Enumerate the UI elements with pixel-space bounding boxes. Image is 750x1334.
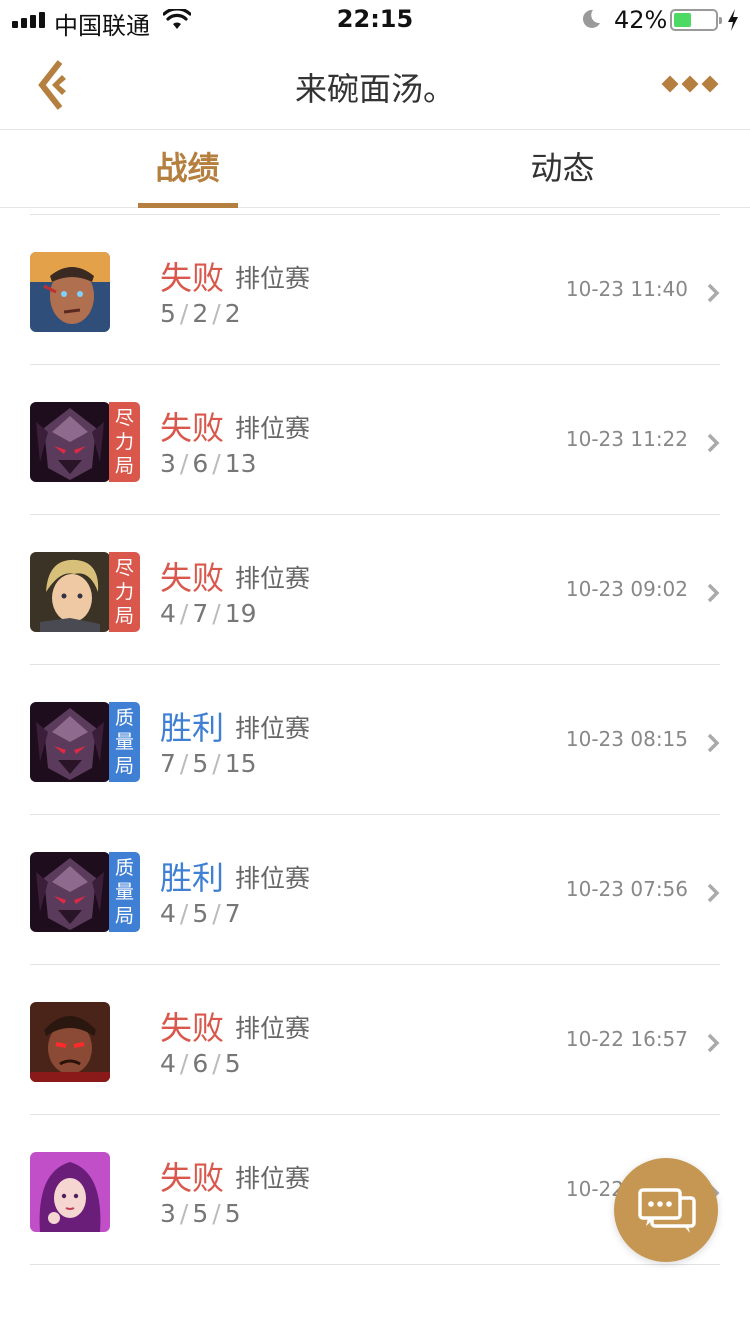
kda-assists: 13 [224, 449, 257, 478]
kda-kills: 5 [160, 299, 176, 328]
match-mode: 排位赛 [235, 714, 311, 743]
match-result: 失败 [160, 559, 225, 597]
chevron-right-icon [707, 1033, 720, 1053]
kda-kills: 3 [160, 449, 176, 478]
match-row[interactable]: 尽力局失败 排位赛 3/6/13 10-23 11:22 [0, 365, 750, 515]
match-result: 失败 [160, 1009, 225, 1047]
match-row[interactable]: 失败排位赛0/2/110-23 11:58 [0, 208, 750, 215]
kda-kills: 4 [160, 1049, 176, 1078]
match-row[interactable]: 失败 排位赛 5/2/2 10-23 11:40 [0, 215, 750, 365]
hero-avatar [30, 252, 110, 332]
tab-bar: 战绩 动态 [0, 131, 750, 208]
match-kda: 7/5/15 [160, 749, 257, 778]
match-row[interactable]: 失败 排位赛 4/6/5 10-22 16:57 [0, 965, 750, 1115]
battery-icon [670, 9, 722, 31]
kda-deaths: 5 [192, 1199, 209, 1228]
match-quality-badge: 质量局 [109, 702, 140, 782]
kda-deaths: 5 [192, 899, 209, 928]
match-mode: 排位赛 [235, 1014, 311, 1043]
kda-assists: 5 [224, 1199, 241, 1228]
match-row[interactable]: 质量局胜利 排位赛 4/5/7 10-23 07:56 [0, 815, 750, 965]
match-mode: 排位赛 [235, 414, 311, 443]
moon-icon [582, 9, 600, 28]
kda-kills: 3 [160, 1199, 176, 1228]
kda-assists: 7 [224, 899, 241, 928]
hero-avatar-red-eyes-icon [30, 1002, 110, 1082]
match-row[interactable]: 尽力局失败 排位赛 4/7/19 10-23 09:02 [0, 515, 750, 665]
kda-assists: 19 [224, 599, 257, 628]
tab-activity[interactable]: 动态 [375, 131, 750, 208]
kda-deaths: 6 [192, 449, 209, 478]
nav-bar: 来碗面汤。 [0, 40, 750, 130]
more-dots-icon[interactable] [660, 70, 720, 100]
match-time: 10-23 07:56 [565, 877, 688, 901]
kda-kills: 4 [160, 599, 176, 628]
hero-avatar-dark-mask-icon [30, 852, 110, 932]
kda-deaths: 2 [192, 299, 209, 328]
match-kda: 3/6/13 [160, 449, 257, 478]
match-result: 失败 [160, 259, 225, 297]
chat-button[interactable] [614, 1158, 718, 1262]
match-mode: 排位赛 [235, 264, 311, 293]
charging-icon [728, 9, 738, 31]
hero-avatar-dark-mask-icon [30, 702, 110, 782]
chevron-right-icon [707, 583, 720, 603]
kda-deaths: 5 [192, 749, 209, 778]
hero-avatar [30, 852, 110, 932]
hero-avatar-blonde-icon [30, 552, 110, 632]
match-kda: 4/7/19 [160, 599, 257, 628]
chevron-right-icon [707, 433, 720, 453]
match-kda: 4/6/5 [160, 1049, 241, 1078]
kda-assists: 2 [224, 299, 241, 328]
match-result: 胜利 [160, 709, 225, 747]
status-bar: 中国联通 22:15 42% [0, 0, 750, 40]
hero-avatar-purple-hair-icon [30, 1152, 110, 1232]
chevron-right-icon [707, 283, 720, 303]
hero-avatar [30, 702, 110, 782]
match-quality-badge: 尽力局 [109, 552, 140, 632]
match-time: 10-23 08:15 [565, 727, 688, 751]
match-quality-badge: 质量局 [109, 852, 140, 932]
match-time: 10-23 11:40 [565, 277, 688, 301]
match-mode: 排位赛 [235, 1164, 311, 1193]
match-row[interactable]: 质量局胜利 排位赛 7/5/15 10-23 08:15 [0, 665, 750, 815]
hero-avatar-dark-mask-icon [30, 402, 110, 482]
match-mode: 排位赛 [235, 564, 311, 593]
chat-bubbles-icon [638, 1188, 696, 1233]
chevron-right-icon [707, 733, 720, 753]
kda-deaths: 7 [192, 599, 209, 628]
chevron-right-icon [707, 883, 720, 903]
match-kda: 5/2/2 [160, 299, 241, 328]
match-time: 10-22 16:57 [565, 1027, 688, 1051]
hero-avatar [30, 1002, 110, 1082]
tab-records[interactable]: 战绩 [0, 131, 375, 208]
match-quality-badge: 尽力局 [109, 402, 140, 482]
hero-avatar [30, 402, 110, 482]
kda-assists: 5 [224, 1049, 241, 1078]
match-result: 失败 [160, 409, 225, 447]
hero-avatar [30, 552, 110, 632]
kda-deaths: 6 [192, 1049, 209, 1078]
hero-avatar [30, 1152, 110, 1232]
battery-percent: 42% [614, 6, 668, 34]
hero-avatar-warrior-icon [30, 252, 110, 332]
match-time: 10-23 11:22 [565, 427, 688, 451]
kda-kills: 4 [160, 899, 176, 928]
match-kda: 4/5/7 [160, 899, 241, 928]
match-kda: 3/5/5 [160, 1199, 241, 1228]
match-time: 10-23 09:02 [565, 577, 688, 601]
match-result: 胜利 [160, 859, 225, 897]
match-result: 失败 [160, 1159, 225, 1197]
match-mode: 排位赛 [235, 864, 311, 893]
page-title: 来碗面汤。 [294, 70, 455, 108]
kda-kills: 7 [160, 749, 176, 778]
kda-assists: 15 [224, 749, 257, 778]
